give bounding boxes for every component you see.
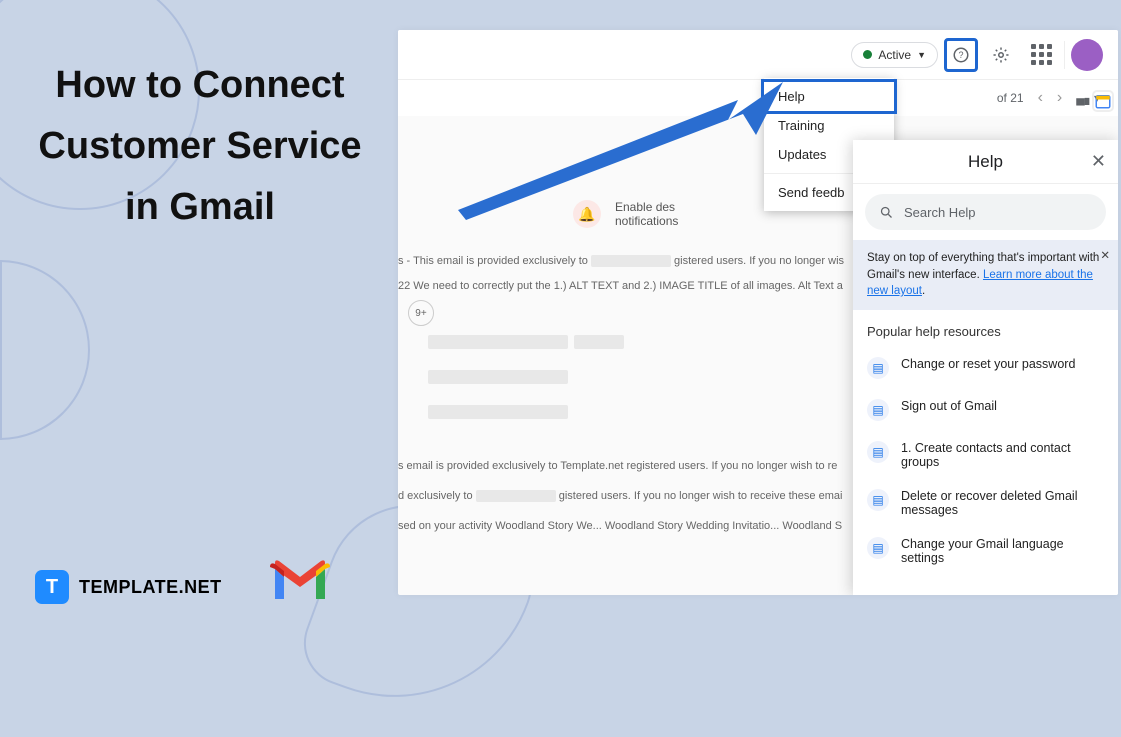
close-icon[interactable]: ✕ bbox=[1091, 151, 1106, 172]
gmail-logo-icon bbox=[270, 559, 330, 604]
help-side-panel: Help ✕ Search Help Stay on top of everyt… bbox=[853, 140, 1118, 595]
menu-item-training[interactable]: Training bbox=[764, 111, 894, 140]
help-panel-header: Help ✕ bbox=[853, 140, 1118, 184]
apps-button[interactable] bbox=[1024, 38, 1058, 72]
email-row[interactable]: 22 We need to correctly put the 1.) ALT … bbox=[398, 280, 843, 292]
article-icon: ▤ bbox=[867, 357, 889, 379]
help-resource-item[interactable]: ▤Delete or recover deleted Gmail message… bbox=[853, 479, 1118, 527]
help-section-heading: Popular help resources bbox=[853, 310, 1118, 347]
notif-text-2: notifications bbox=[615, 214, 678, 228]
gmail-subbar: of 21 ‹ › ▄▖▾ bbox=[398, 80, 1118, 116]
page-title: How to Connect Customer Service in Gmail bbox=[30, 55, 370, 237]
decor-curve bbox=[0, 260, 90, 440]
help-resource-item[interactable]: ▤Change your Gmail language settings bbox=[853, 527, 1118, 575]
brand-logo: T TEMPLATE.NET bbox=[35, 570, 222, 604]
prev-page-button[interactable]: ‹ bbox=[1038, 89, 1043, 107]
status-dot-icon bbox=[863, 50, 872, 59]
overflow-badge[interactable]: 9+ bbox=[408, 300, 434, 326]
help-search-input[interactable]: Search Help bbox=[865, 194, 1106, 230]
placeholder-block bbox=[428, 405, 568, 419]
chevron-down-icon: ▼ bbox=[917, 50, 926, 60]
pagination-label: of 21 bbox=[997, 91, 1024, 105]
gear-icon bbox=[992, 46, 1010, 64]
apps-grid-icon bbox=[1031, 44, 1052, 65]
brand-name: TEMPLATE.NET bbox=[79, 577, 222, 598]
placeholder-block bbox=[428, 370, 568, 384]
calendar-sidebar-icon[interactable] bbox=[1092, 90, 1114, 112]
help-resource-item[interactable]: ▤1. Create contacts and contact groups bbox=[853, 431, 1118, 479]
search-icon bbox=[879, 205, 894, 220]
help-info-banner: Stay on top of everything that's importa… bbox=[853, 240, 1118, 310]
help-resource-item[interactable]: ▤Change or reset your password bbox=[853, 347, 1118, 389]
template-icon: T bbox=[35, 570, 69, 604]
email-row[interactable]: s - This email is provided exclusively t… bbox=[398, 255, 844, 267]
help-icon-button[interactable]: ? bbox=[944, 38, 978, 72]
notification-banner: 🔔 Enable des notifications bbox=[573, 200, 678, 228]
article-icon: ▤ bbox=[867, 399, 889, 421]
email-row[interactable]: d exclusively to gistered users. If you … bbox=[398, 490, 842, 502]
article-icon: ▤ bbox=[867, 441, 889, 463]
status-pill[interactable]: Active ▼ bbox=[851, 42, 938, 68]
menu-item-help[interactable]: Help bbox=[761, 79, 897, 114]
status-label: Active bbox=[878, 48, 911, 62]
question-icon: ? bbox=[952, 46, 970, 64]
email-row[interactable]: sed on your activity Woodland Story We..… bbox=[398, 520, 842, 532]
user-avatar[interactable] bbox=[1071, 39, 1103, 71]
help-resource-item[interactable]: ▤Sign out of Gmail bbox=[853, 389, 1118, 431]
settings-button[interactable] bbox=[984, 38, 1018, 72]
article-icon: ▤ bbox=[867, 489, 889, 511]
gmail-topbar: Active ▼ ? bbox=[398, 30, 1118, 80]
notif-text-1: Enable des bbox=[615, 200, 678, 214]
placeholder-block bbox=[428, 335, 624, 349]
email-row[interactable]: s email is provided exclusively to Templ… bbox=[398, 460, 837, 472]
help-panel-title: Help bbox=[968, 152, 1003, 172]
divider bbox=[1064, 41, 1065, 69]
bell-icon: 🔔 bbox=[573, 200, 601, 228]
svg-text:?: ? bbox=[958, 50, 963, 60]
search-placeholder: Search Help bbox=[904, 205, 976, 220]
next-page-button[interactable]: › bbox=[1057, 89, 1062, 107]
gmail-screenshot: Active ▼ ? of 21 ‹ › ▄▖▾ Help Training U… bbox=[398, 30, 1118, 595]
banner-close-icon[interactable]: ✕ bbox=[1100, 248, 1110, 265]
article-icon: ▤ bbox=[867, 537, 889, 559]
